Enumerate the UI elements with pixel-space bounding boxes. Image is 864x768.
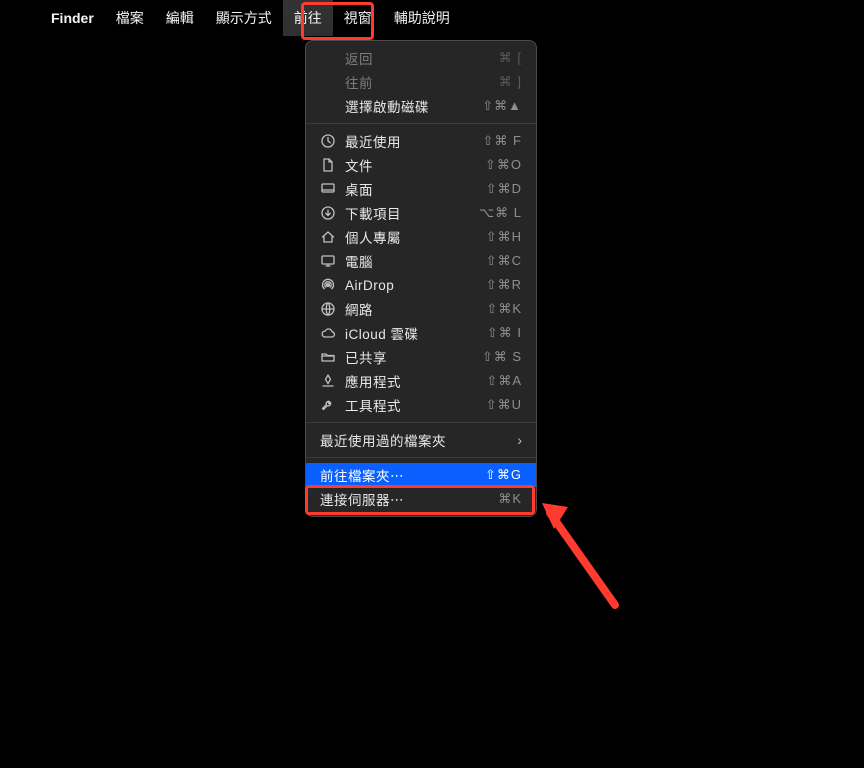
menuitem-label: 文件	[345, 155, 476, 175]
menuitem-shortcut: ⇧⌘H	[486, 229, 522, 245]
menuitem-shortcut: ⇧⌘U	[486, 397, 522, 413]
menuitem-label: 最近使用過的檔案夾	[320, 430, 508, 450]
menuitem-home[interactable]: 個人專屬 ⇧⌘H	[306, 225, 536, 249]
menuitem-shortcut: ⇧⌘▲	[482, 98, 522, 114]
menu-app-name[interactable]: Finder	[40, 0, 105, 36]
menuitem-label: 電腦	[345, 251, 477, 271]
menu-help[interactable]: 輔助說明	[383, 0, 461, 36]
menuitem-shortcut: ⌥⌘ L	[479, 205, 522, 221]
download-icon	[320, 205, 336, 221]
menuitem-connect-to-server[interactable]: 連接伺服器⋯ ⌘K	[306, 487, 536, 511]
menuitem-label: 工具程式	[345, 395, 477, 415]
menu-separator	[306, 422, 536, 423]
menuitem-network[interactable]: 網路 ⇧⌘K	[306, 297, 536, 321]
airdrop-icon	[320, 277, 336, 293]
menuitem-computer[interactable]: 電腦 ⇧⌘C	[306, 249, 536, 273]
menuitem-label: 下載項目	[345, 203, 470, 223]
apps-icon	[320, 373, 336, 389]
menuitem-shortcut: ⌘K	[498, 491, 522, 507]
menuitem-shortcut: ⇧⌘ S	[482, 349, 522, 365]
blank-icon	[320, 74, 336, 90]
menuitem-label: 前往檔案夾⋯	[320, 465, 476, 485]
menu-go[interactable]: 前往	[283, 0, 333, 36]
menuitem-shared[interactable]: 已共享 ⇧⌘ S	[306, 345, 536, 369]
menu-file[interactable]: 檔案	[105, 0, 155, 36]
menuitem-shortcut: ⇧⌘D	[486, 181, 522, 197]
menu-separator	[306, 123, 536, 124]
menuitem-shortcut: ⌘ [	[499, 50, 522, 66]
menuitem-label: 往前	[345, 72, 490, 92]
cloud-icon	[320, 325, 336, 341]
blank-icon	[320, 50, 336, 66]
menuitem-label: 已共享	[345, 347, 473, 367]
menuitem-label: 返回	[345, 48, 490, 68]
menuitem-label: 連接伺服器⋯	[320, 489, 489, 509]
globe-icon	[320, 301, 336, 317]
folder-icon	[320, 349, 336, 365]
menuitem-shortcut: ⇧⌘O	[485, 157, 522, 173]
menuitem-shortcut: ⇧⌘R	[486, 277, 522, 293]
document-icon	[320, 157, 336, 173]
menuitem-startup-disk[interactable]: 選擇啟動磁碟 ⇧⌘▲	[306, 94, 536, 118]
menuitem-label: 個人專屬	[345, 227, 477, 247]
menu-separator	[306, 457, 536, 458]
menu-window[interactable]: 視窗	[333, 0, 383, 36]
menuitem-back: 返回 ⌘ [	[306, 46, 536, 70]
menuitem-label: 網路	[345, 299, 477, 319]
menuitem-shortcut: ⇧⌘G	[485, 467, 522, 483]
menuitem-label: AirDrop	[345, 278, 477, 293]
menuitem-recents[interactable]: 最近使用 ⇧⌘ F	[306, 129, 536, 153]
annotation-arrow	[540, 495, 630, 615]
menuitem-shortcut: ⇧⌘C	[486, 253, 522, 269]
menuitem-go-to-folder[interactable]: 前往檔案夾⋯ ⇧⌘G	[306, 463, 536, 487]
menubar: Finder 檔案 編輯 顯示方式 前往 視窗 輔助說明	[0, 0, 864, 36]
menuitem-label: 選擇啟動磁碟	[345, 96, 473, 116]
menuitem-forward: 往前 ⌘ ]	[306, 70, 536, 94]
menuitem-shortcut: ⇧⌘A	[486, 373, 522, 389]
menuitem-recent-folders[interactable]: 最近使用過的檔案夾 ›	[306, 428, 536, 452]
menuitem-shortcut: ⇧⌘ I	[487, 325, 522, 341]
menuitem-applications[interactable]: 應用程式 ⇧⌘A	[306, 369, 536, 393]
clock-icon	[320, 133, 336, 149]
blank-icon	[320, 98, 336, 114]
home-icon	[320, 229, 336, 245]
chevron-right-icon: ›	[517, 432, 522, 448]
menuitem-label: 應用程式	[345, 371, 477, 391]
menuitem-desktop[interactable]: 桌面 ⇧⌘D	[306, 177, 536, 201]
menuitem-icloud[interactable]: iCloud 雲碟 ⇧⌘ I	[306, 321, 536, 345]
menuitem-label: 最近使用	[345, 131, 474, 151]
menuitem-label: iCloud 雲碟	[345, 323, 478, 343]
menuitem-label: 桌面	[345, 179, 477, 199]
wrench-icon	[320, 397, 336, 413]
menuitem-downloads[interactable]: 下載項目 ⌥⌘ L	[306, 201, 536, 225]
menuitem-utilities[interactable]: 工具程式 ⇧⌘U	[306, 393, 536, 417]
desktop-icon	[320, 181, 336, 197]
menuitem-shortcut: ⇧⌘K	[486, 301, 522, 317]
menu-edit[interactable]: 編輯	[155, 0, 205, 36]
menuitem-airdrop[interactable]: AirDrop ⇧⌘R	[306, 273, 536, 297]
menuitem-shortcut: ⇧⌘ F	[483, 133, 522, 149]
computer-icon	[320, 253, 336, 269]
go-menu-dropdown: 返回 ⌘ [ 往前 ⌘ ] 選擇啟動磁碟 ⇧⌘▲ 最近使用 ⇧⌘ F 文件 ⇧⌘…	[305, 40, 537, 517]
menu-view[interactable]: 顯示方式	[205, 0, 283, 36]
menuitem-shortcut: ⌘ ]	[499, 74, 522, 90]
menuitem-documents[interactable]: 文件 ⇧⌘O	[306, 153, 536, 177]
